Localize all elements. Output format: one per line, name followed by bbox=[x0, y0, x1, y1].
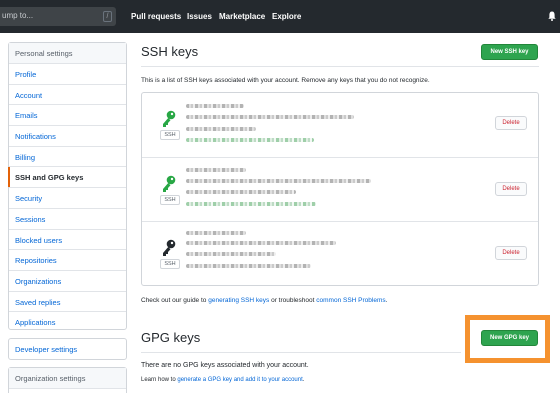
top-header: ump to... / Pull requests Issues Marketp… bbox=[0, 0, 560, 33]
ssh-help-text: Check out our guide to generating SSH ke… bbox=[141, 297, 387, 304]
sidebar-item-ssh-gpg-keys[interactable]: SSH and GPG keys bbox=[8, 167, 126, 189]
redacted-key-last-used bbox=[186, 138, 314, 142]
ssh-help-prefix: Check out our guide to bbox=[141, 297, 209, 304]
bell-icon[interactable] bbox=[548, 11, 556, 21]
ssh-help-middle: or troubleshoot bbox=[269, 297, 317, 304]
sidebar-item-billing[interactable]: Billing bbox=[9, 147, 126, 168]
redacted-key-added-date bbox=[186, 127, 256, 131]
sidebar-item-emails[interactable]: Emails bbox=[9, 105, 126, 127]
gpg-learn-prefix: Learn how to bbox=[141, 377, 178, 383]
search-placeholder: ump to... bbox=[2, 11, 34, 20]
ssh-key-row: SSH Delete bbox=[142, 158, 538, 223]
key-icon bbox=[163, 110, 176, 127]
orange-highlight-box bbox=[465, 315, 550, 363]
generate-gpg-key-link[interactable]: generate a GPG key and add it to your ac… bbox=[177, 377, 302, 383]
ssh-description: This is a list of SSH keys associated wi… bbox=[141, 77, 430, 84]
ssh-key-row: SSH Delete bbox=[142, 93, 538, 158]
delete-ssh-key-button[interactable]: Delete bbox=[495, 246, 527, 261]
gpg-empty-text: There are no GPG keys associated with yo… bbox=[141, 362, 309, 369]
sidebar-item-saved-replies[interactable]: Saved replies bbox=[9, 292, 126, 313]
sidebar-item-repositories[interactable]: Repositories bbox=[9, 250, 126, 271]
ssh-type-badge: SSH bbox=[160, 130, 180, 140]
sidebar-item-account[interactable]: Account bbox=[9, 85, 126, 106]
nav-pull-requests[interactable]: Pull requests bbox=[131, 12, 181, 21]
gpg-learn-suffix: . bbox=[302, 377, 305, 383]
redacted-key-last-used bbox=[186, 264, 311, 269]
ssh-type-badge: SSH bbox=[160, 194, 180, 205]
redacted-key-last-used bbox=[186, 201, 316, 206]
common-ssh-problems-link[interactable]: common SSH Problems bbox=[316, 297, 385, 304]
redacted-key-title bbox=[186, 104, 244, 108]
ssh-help-suffix: . bbox=[385, 297, 388, 304]
redacted-key-fingerprint bbox=[186, 178, 371, 183]
search-shortcut-badge: / bbox=[103, 11, 112, 22]
redacted-key-title bbox=[186, 167, 246, 172]
personal-settings-title: Personal settings bbox=[9, 43, 126, 64]
delete-ssh-key-button[interactable]: Delete bbox=[495, 116, 527, 130]
redacted-key-added-date bbox=[186, 252, 276, 257]
redacted-key-fingerprint bbox=[186, 241, 336, 246]
sidebar-item-security[interactable]: Security bbox=[9, 188, 126, 209]
ssh-key-row: SSH Delete bbox=[142, 222, 538, 287]
personal-settings-menu: Personal settings Profile Account Emails… bbox=[8, 42, 127, 330]
search-input[interactable]: ump to... / bbox=[0, 7, 116, 26]
sidebar-item-organizations[interactable]: Organizations bbox=[9, 271, 126, 292]
sidebar-item-profile[interactable]: Profile bbox=[9, 64, 126, 85]
sidebar-item-blocked-users[interactable]: Blocked users bbox=[9, 230, 126, 251]
ssh-keys-heading: SSH keys bbox=[141, 44, 199, 59]
developer-settings-menu: Developer settings bbox=[8, 338, 127, 360]
organization-settings-title: Organization settings bbox=[9, 368, 126, 389]
nav-marketplace[interactable]: Marketplace bbox=[219, 12, 265, 21]
key-icon bbox=[163, 239, 176, 257]
ssh-type-badge: SSH bbox=[160, 259, 180, 270]
sidebar-item-sessions[interactable]: Sessions bbox=[9, 209, 126, 230]
redacted-key-title bbox=[186, 231, 246, 236]
gpg-heading-divider bbox=[141, 352, 461, 353]
redacted-key-added-date bbox=[186, 189, 296, 194]
redacted-key-fingerprint bbox=[186, 115, 354, 119]
ssh-keys-list: SSH Delete SSH Delete SSH Delete bbox=[141, 92, 539, 286]
organization-settings-menu: Organization settings bbox=[8, 367, 127, 393]
delete-ssh-key-button[interactable]: Delete bbox=[495, 181, 527, 196]
gpg-keys-heading: GPG keys bbox=[141, 330, 201, 345]
sidebar-item-applications[interactable]: Applications bbox=[9, 312, 126, 333]
ssh-heading-divider bbox=[141, 66, 539, 67]
sidebar-item-developer-settings[interactable]: Developer settings bbox=[9, 339, 126, 359]
key-icon bbox=[163, 175, 176, 192]
sidebar-item-notifications[interactable]: Notifications bbox=[9, 126, 126, 147]
new-ssh-key-button[interactable]: New SSH key bbox=[481, 44, 538, 60]
generating-ssh-keys-link[interactable]: generating SSH keys bbox=[208, 297, 269, 304]
gpg-learn-text: Learn how to generate a GPG key and add … bbox=[141, 377, 304, 383]
nav-issues[interactable]: Issues bbox=[187, 12, 212, 21]
nav-explore[interactable]: Explore bbox=[272, 12, 301, 21]
